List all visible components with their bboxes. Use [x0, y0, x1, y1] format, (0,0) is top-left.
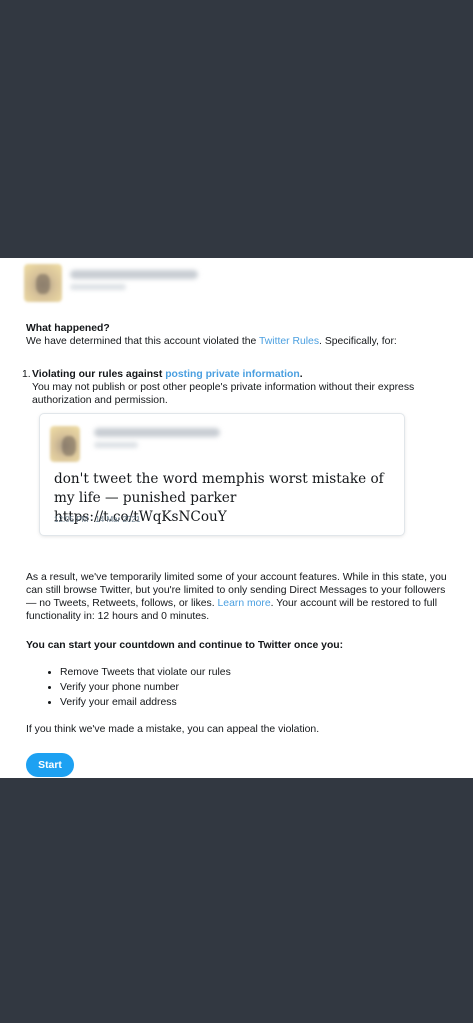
blurred-account-name — [70, 270, 198, 279]
notice-intro: We have determined that this account vio… — [26, 335, 456, 348]
avatar — [24, 264, 62, 302]
violation-title-suffix: . — [299, 369, 303, 380]
violation-number: 1. — [22, 369, 31, 380]
violation-item: 1. Violating our rules against posting p… — [22, 368, 456, 535]
violation-body: Violating our rules against posting priv… — [32, 368, 450, 535]
requirement-item: Remove Tweets that violate our rules — [60, 666, 456, 679]
tweet-blurred-handle — [94, 442, 138, 448]
tweet-timestamp: 12:05 PM - 14 Mar 2021 — [54, 515, 141, 524]
violation-description: You may not publish or post other people… — [32, 382, 415, 406]
notice-content: What happened? We have determined that t… — [22, 322, 456, 736]
embedded-tweet[interactable]: don't tweet the word memphis worst mista… — [40, 414, 404, 535]
violation-title-text: Violating our rules against — [32, 369, 166, 380]
page: What happened? We have determined that t… — [0, 0, 473, 1023]
start-button[interactable]: Start — [26, 753, 74, 777]
intro-suffix: . Specifically, for: — [319, 336, 397, 347]
twitter-rules-link[interactable]: Twitter Rules — [259, 336, 319, 347]
account-header — [24, 264, 444, 304]
learn-more-link[interactable]: Learn more — [218, 598, 271, 609]
what-happened-heading: What happened? — [26, 323, 110, 334]
restriction-notice: As a result, we've temporarily limited s… — [26, 571, 456, 623]
blurred-account-handle — [70, 284, 126, 290]
tweet-blurred-name — [94, 428, 220, 437]
requirement-item: Verify your email address — [60, 696, 456, 709]
violation-card: What happened? We have determined that t… — [0, 258, 473, 778]
private-information-link[interactable]: posting private information — [165, 369, 300, 380]
appeal-text: If you think we've made a mistake, you c… — [26, 724, 320, 735]
requirements-list: Remove Tweets that violate our rules Ver… — [26, 666, 456, 709]
intro-text: We have determined that this account vio… — [26, 336, 259, 347]
violation-title: Violating our rules against posting priv… — [32, 368, 450, 381]
tweet-avatar — [50, 426, 80, 462]
countdown-heading: You can start your countdown and continu… — [26, 640, 344, 651]
requirement-item: Verify your phone number — [60, 681, 456, 694]
